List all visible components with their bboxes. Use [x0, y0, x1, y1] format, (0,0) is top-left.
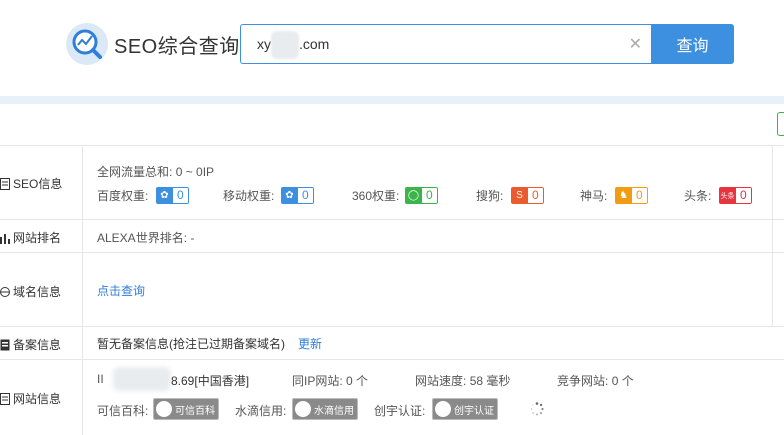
mobile-paw-icon: ✿	[281, 187, 298, 204]
header: SEO综合查询 xy .com ✕ 查询	[0, 0, 784, 96]
same-ip-sites[interactable]: 同IP网站: 0 个	[292, 372, 368, 389]
search-input[interactable]: xy .com ✕	[240, 24, 652, 64]
icp-update-link[interactable]: 更新	[298, 335, 322, 352]
weight-badge-shenma[interactable]: ♞ 0	[615, 187, 648, 204]
weight-badge-baidu[interactable]: ✿ 0	[156, 187, 189, 204]
weight-label-toutiao: 头条:	[684, 189, 712, 203]
weight-badge-360[interactable]: ◯ 0	[405, 187, 438, 204]
www-globe-icon	[0, 286, 10, 298]
ip-redaction	[113, 367, 171, 391]
credit-label-water: 水滴信用:	[235, 404, 287, 418]
clear-icon[interactable]: ✕	[629, 35, 642, 55]
ip-location: 8.69[中国香港]	[171, 374, 250, 388]
total-traffic: 全网流量总和: 0 ~ 0IP	[97, 165, 215, 179]
weight-badge-mobile[interactable]: ✿ 0	[281, 187, 314, 204]
column-divider	[772, 145, 773, 326]
column-divider	[82, 145, 83, 435]
row-divider	[0, 359, 784, 360]
competitor-sites[interactable]: 竞争网站: 0 个	[557, 372, 634, 389]
sogou-icon: S	[511, 187, 528, 204]
credit-label-chuangyu: 创宇认证:	[374, 404, 426, 418]
baidu-paw-icon: ✿	[156, 187, 173, 204]
alexa-rank: ALEXA世界排名: -	[97, 231, 195, 245]
row-label-seo: SEO信息	[0, 175, 62, 192]
row-divider	[0, 145, 784, 146]
loading-spinner-icon	[530, 402, 544, 416]
logo-text: SEO综合查询	[114, 35, 240, 58]
icp-status: 暂无备案信息(抢注已过期备案域名)	[97, 337, 285, 351]
toutiao-icon: 头条	[719, 187, 736, 204]
chuangyu-cert-badge[interactable]: 创宇认证	[432, 398, 498, 420]
bar-chart-icon	[0, 232, 10, 244]
logo[interactable]: SEO综合查询	[66, 23, 240, 65]
trusted-wiki-icon	[156, 401, 172, 417]
weight-badge-toutiao[interactable]: 头条 0	[719, 187, 752, 204]
row-label-site: 网站信息	[0, 390, 61, 407]
weight-label-mobile: 移动权重:	[223, 189, 275, 203]
chuangyu-cert-icon	[435, 401, 451, 417]
ip-prefix: II	[97, 372, 104, 386]
row-label-icp: 备案信息	[0, 336, 61, 353]
right-edge-button[interactable]	[777, 112, 784, 136]
seo-logo-icon	[66, 23, 108, 65]
weight-label-shenma: 神马:	[580, 189, 608, 203]
trusted-wiki-badge[interactable]: 可信百科	[153, 398, 219, 420]
site-speed: 网站速度: 58 毫秒	[415, 374, 511, 388]
row-label-domain: 域名信息	[0, 283, 61, 300]
search-button[interactable]: 查询	[651, 24, 734, 64]
weight-label-sogou: 搜狗:	[476, 189, 504, 203]
document-icon	[0, 392, 10, 405]
header-divider-band	[0, 96, 784, 104]
record-icon	[0, 339, 10, 351]
weight-label-360: 360权重:	[352, 189, 400, 203]
row-divider	[0, 326, 784, 327]
water-drop-credit-badge[interactable]: 水滴信用	[292, 398, 358, 420]
weight-label-baidu: 百度权重:	[97, 189, 149, 203]
360-icon: ◯	[405, 187, 422, 204]
water-drop-icon	[295, 401, 311, 417]
domain-query-link[interactable]: 点击查询	[97, 282, 145, 299]
credit-label-wiki: 可信百科:	[97, 404, 149, 418]
shenma-icon: ♞	[615, 187, 632, 204]
document-icon	[0, 177, 10, 190]
weight-badge-sogou[interactable]: S 0	[511, 187, 544, 204]
row-divider	[0, 219, 784, 220]
row-label-rank: 网站排名	[0, 229, 61, 246]
row-divider	[0, 252, 784, 253]
search-redaction	[271, 31, 299, 59]
